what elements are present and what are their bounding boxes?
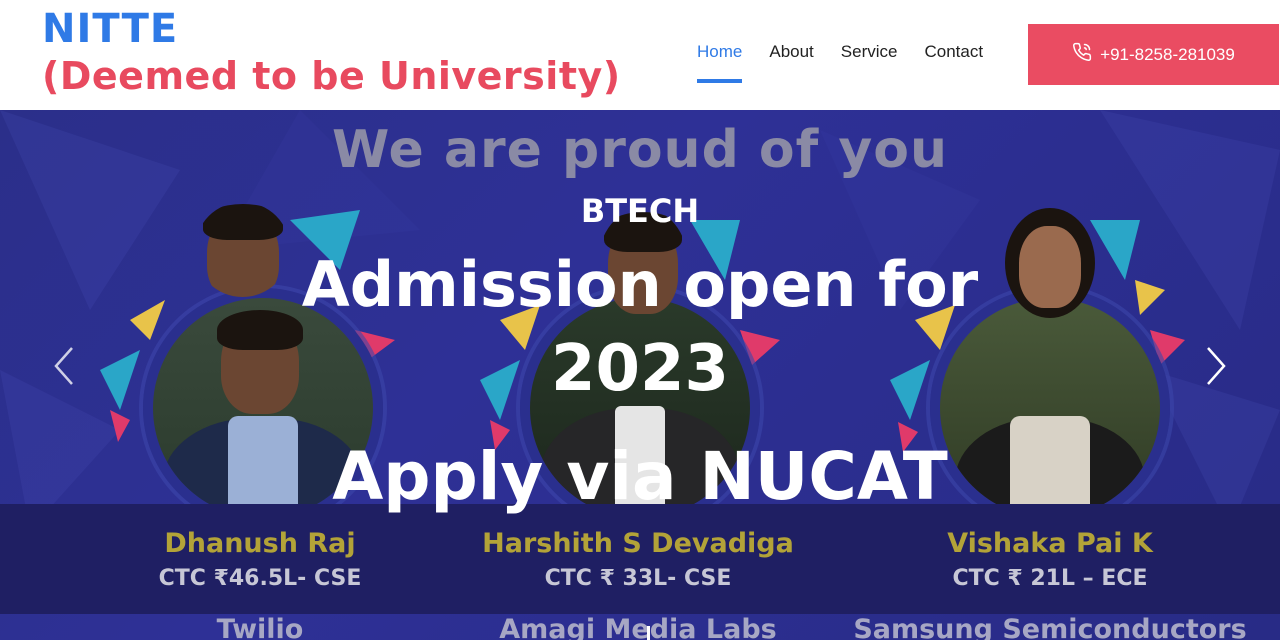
student-company-2: Amagi Media Labs <box>499 614 777 640</box>
nav-contact[interactable]: Contact <box>924 42 983 84</box>
nav-home[interactable]: Home <box>697 42 743 84</box>
chevron-right-icon <box>1207 347 1226 385</box>
brand-subtitle: (Deemed to be University) <box>42 54 621 98</box>
student-name-1: Dhanush Raj <box>164 528 356 559</box>
hero-carousel: We are proud of you Dhanush Raj CTC ₹46.… <box>0 110 1280 640</box>
carousel-prev-button[interactable] <box>44 342 84 390</box>
site-header: NITTE (Deemed to be University) Home Abo… <box>0 0 1280 110</box>
carousel-next-button[interactable] <box>1196 342 1236 390</box>
admission-headline: Admission open for <box>301 248 979 321</box>
apply-cta-text: Apply via NUCAT <box>332 438 948 515</box>
main-nav: Home About Service Contact <box>697 42 983 84</box>
phone-number: +91-8258-281039 <box>1100 44 1235 64</box>
chevron-left-icon <box>54 347 73 385</box>
student-name-3: Vishaka Pai K <box>947 528 1153 559</box>
program-label: BTECH <box>580 192 700 230</box>
student-name-2: Harshith S Devadiga <box>482 528 794 559</box>
phone-icon <box>1072 42 1092 67</box>
nav-service[interactable]: Service <box>841 42 898 84</box>
student-ctc-1: CTC ₹46.5L- CSE <box>158 566 362 591</box>
student-company-3: Samsung Semiconductors <box>853 614 1247 640</box>
banner-heading: We are proud of you <box>331 120 948 180</box>
nav-about[interactable]: About <box>769 42 813 84</box>
student-ctc-3: CTC ₹ 21L – ECE <box>952 566 1148 591</box>
brand-logo[interactable]: NITTE (Deemed to be University) <box>42 6 621 100</box>
student-ctc-2: CTC ₹ 33L- CSE <box>544 566 732 591</box>
admission-year: 2023 <box>550 332 730 406</box>
caption-band <box>0 504 1280 614</box>
student-company-1: Twilio <box>216 614 304 640</box>
phone-button[interactable]: +91-8258-281039 <box>1028 24 1279 85</box>
carousel-indicator[interactable] <box>647 626 650 640</box>
brand-name: NITTE <box>42 6 179 52</box>
